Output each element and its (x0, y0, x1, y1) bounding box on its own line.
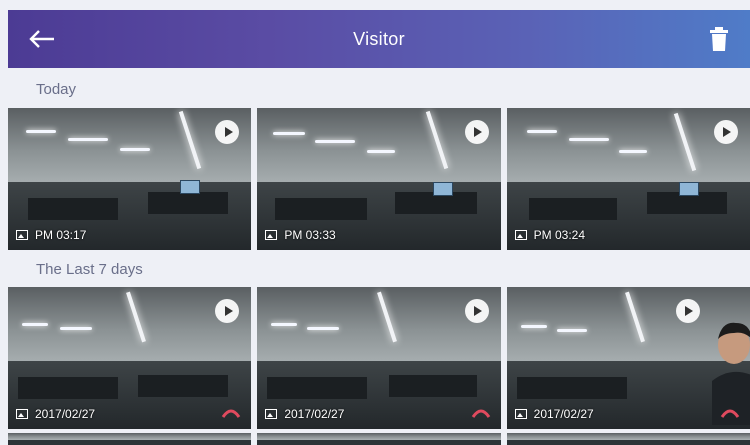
ceiling-light (271, 323, 298, 326)
scene-ceiling (8, 433, 252, 440)
thumbnail-row-last-7-days: 2017/02/27 2017/02/27 2017/02/27 (8, 287, 750, 429)
ceiling-light (367, 150, 396, 153)
ceiling-light (618, 150, 647, 153)
ceiling-light (520, 325, 547, 328)
office-desk (267, 377, 368, 399)
visitor-thumbnail[interactable]: PM 03:33 (257, 108, 501, 250)
office-desk (528, 198, 617, 220)
thumbnail-date: 2017/02/27 (35, 407, 96, 421)
thumbnail-time: PM 03:33 (284, 228, 336, 242)
video-icon (265, 409, 278, 419)
visitor-thumbnail[interactable]: 2017/02/27 (8, 287, 252, 429)
office-desk (138, 375, 228, 397)
thumbnail-caption: 2017/02/27 (16, 407, 95, 421)
scene-ceiling (506, 433, 750, 440)
arrow-left-icon (29, 30, 54, 48)
monitor (180, 180, 200, 194)
image-icon (265, 230, 278, 240)
visitor-thumbnail[interactable]: PM 03:24 (506, 108, 750, 250)
office-desk (389, 375, 478, 397)
thumbnail-caption: PM 03:24 (514, 228, 586, 242)
thumbnail-caption: PM 03:33 (265, 228, 336, 242)
video-icon (514, 409, 527, 419)
office-desk (275, 198, 368, 220)
ceiling-light (568, 138, 609, 141)
motion-alert-icon (471, 409, 490, 418)
monitor (678, 182, 699, 196)
visitor-thumbnail[interactable]: 2017/02/27 (506, 287, 750, 429)
ceiling-light (26, 130, 56, 133)
ceiling-light (273, 132, 306, 135)
visitor-thumbnail[interactable] (8, 433, 252, 445)
ceiling-light (60, 327, 92, 330)
image-icon (514, 230, 527, 240)
ceiling-light (526, 130, 557, 133)
thumbnail-caption: 2017/02/27 (265, 407, 344, 421)
visitor-thumbnail[interactable]: 2017/02/27 (257, 287, 501, 429)
video-icon (16, 409, 28, 419)
play-icon[interactable] (464, 120, 489, 144)
page-title: Visitor (353, 28, 405, 49)
back-button[interactable] (28, 24, 62, 54)
motion-alert-icon (222, 409, 241, 418)
visitor-thumbnail[interactable]: PM 03:17 (8, 108, 252, 250)
office-desk (18, 377, 118, 399)
visitor-screen: Visitor Today PM 03:17 PM 03:33 PM 03:24… (0, 0, 750, 445)
thumbnail-date: 2017/02/27 (284, 407, 345, 421)
ceiling-light (315, 140, 356, 143)
ceiling-light (120, 148, 150, 151)
visitor-thumbnail[interactable] (506, 433, 750, 445)
thumbnail-row-today: PM 03:17 PM 03:33 PM 03:24 (8, 108, 750, 250)
image-icon (16, 230, 28, 240)
ceiling-light (22, 323, 48, 326)
monitor (433, 182, 454, 196)
scene-ceiling (257, 433, 501, 440)
visitor-thumbnail[interactable] (257, 433, 501, 445)
motion-alert-icon (720, 409, 740, 418)
thumbnail-row-partial (8, 433, 750, 445)
delete-button[interactable] (706, 25, 732, 53)
thumbnail-time: PM 03:17 (35, 228, 87, 242)
thumbnail-caption: PM 03:17 (16, 228, 86, 242)
thumbnail-caption: 2017/02/27 (514, 407, 594, 421)
play-icon[interactable] (713, 120, 738, 144)
ceiling-light (556, 329, 587, 332)
play-icon[interactable] (675, 299, 700, 323)
trash-icon (710, 27, 728, 51)
scene-ceiling (257, 108, 501, 187)
office-desk (516, 377, 627, 399)
ceiling-light (307, 327, 340, 330)
play-icon[interactable] (464, 299, 489, 323)
office-desk (148, 192, 228, 214)
thumbnail-date: 2017/02/27 (533, 407, 594, 421)
thumbnail-time: PM 03:24 (533, 228, 586, 242)
scene-ceiling (506, 108, 750, 187)
section-header-today: Today (0, 74, 750, 104)
app-header: Visitor (8, 10, 750, 68)
section-header-last-7-days: The Last 7 days (0, 254, 750, 284)
ceiling-light (68, 138, 108, 141)
office-desk (28, 198, 118, 220)
